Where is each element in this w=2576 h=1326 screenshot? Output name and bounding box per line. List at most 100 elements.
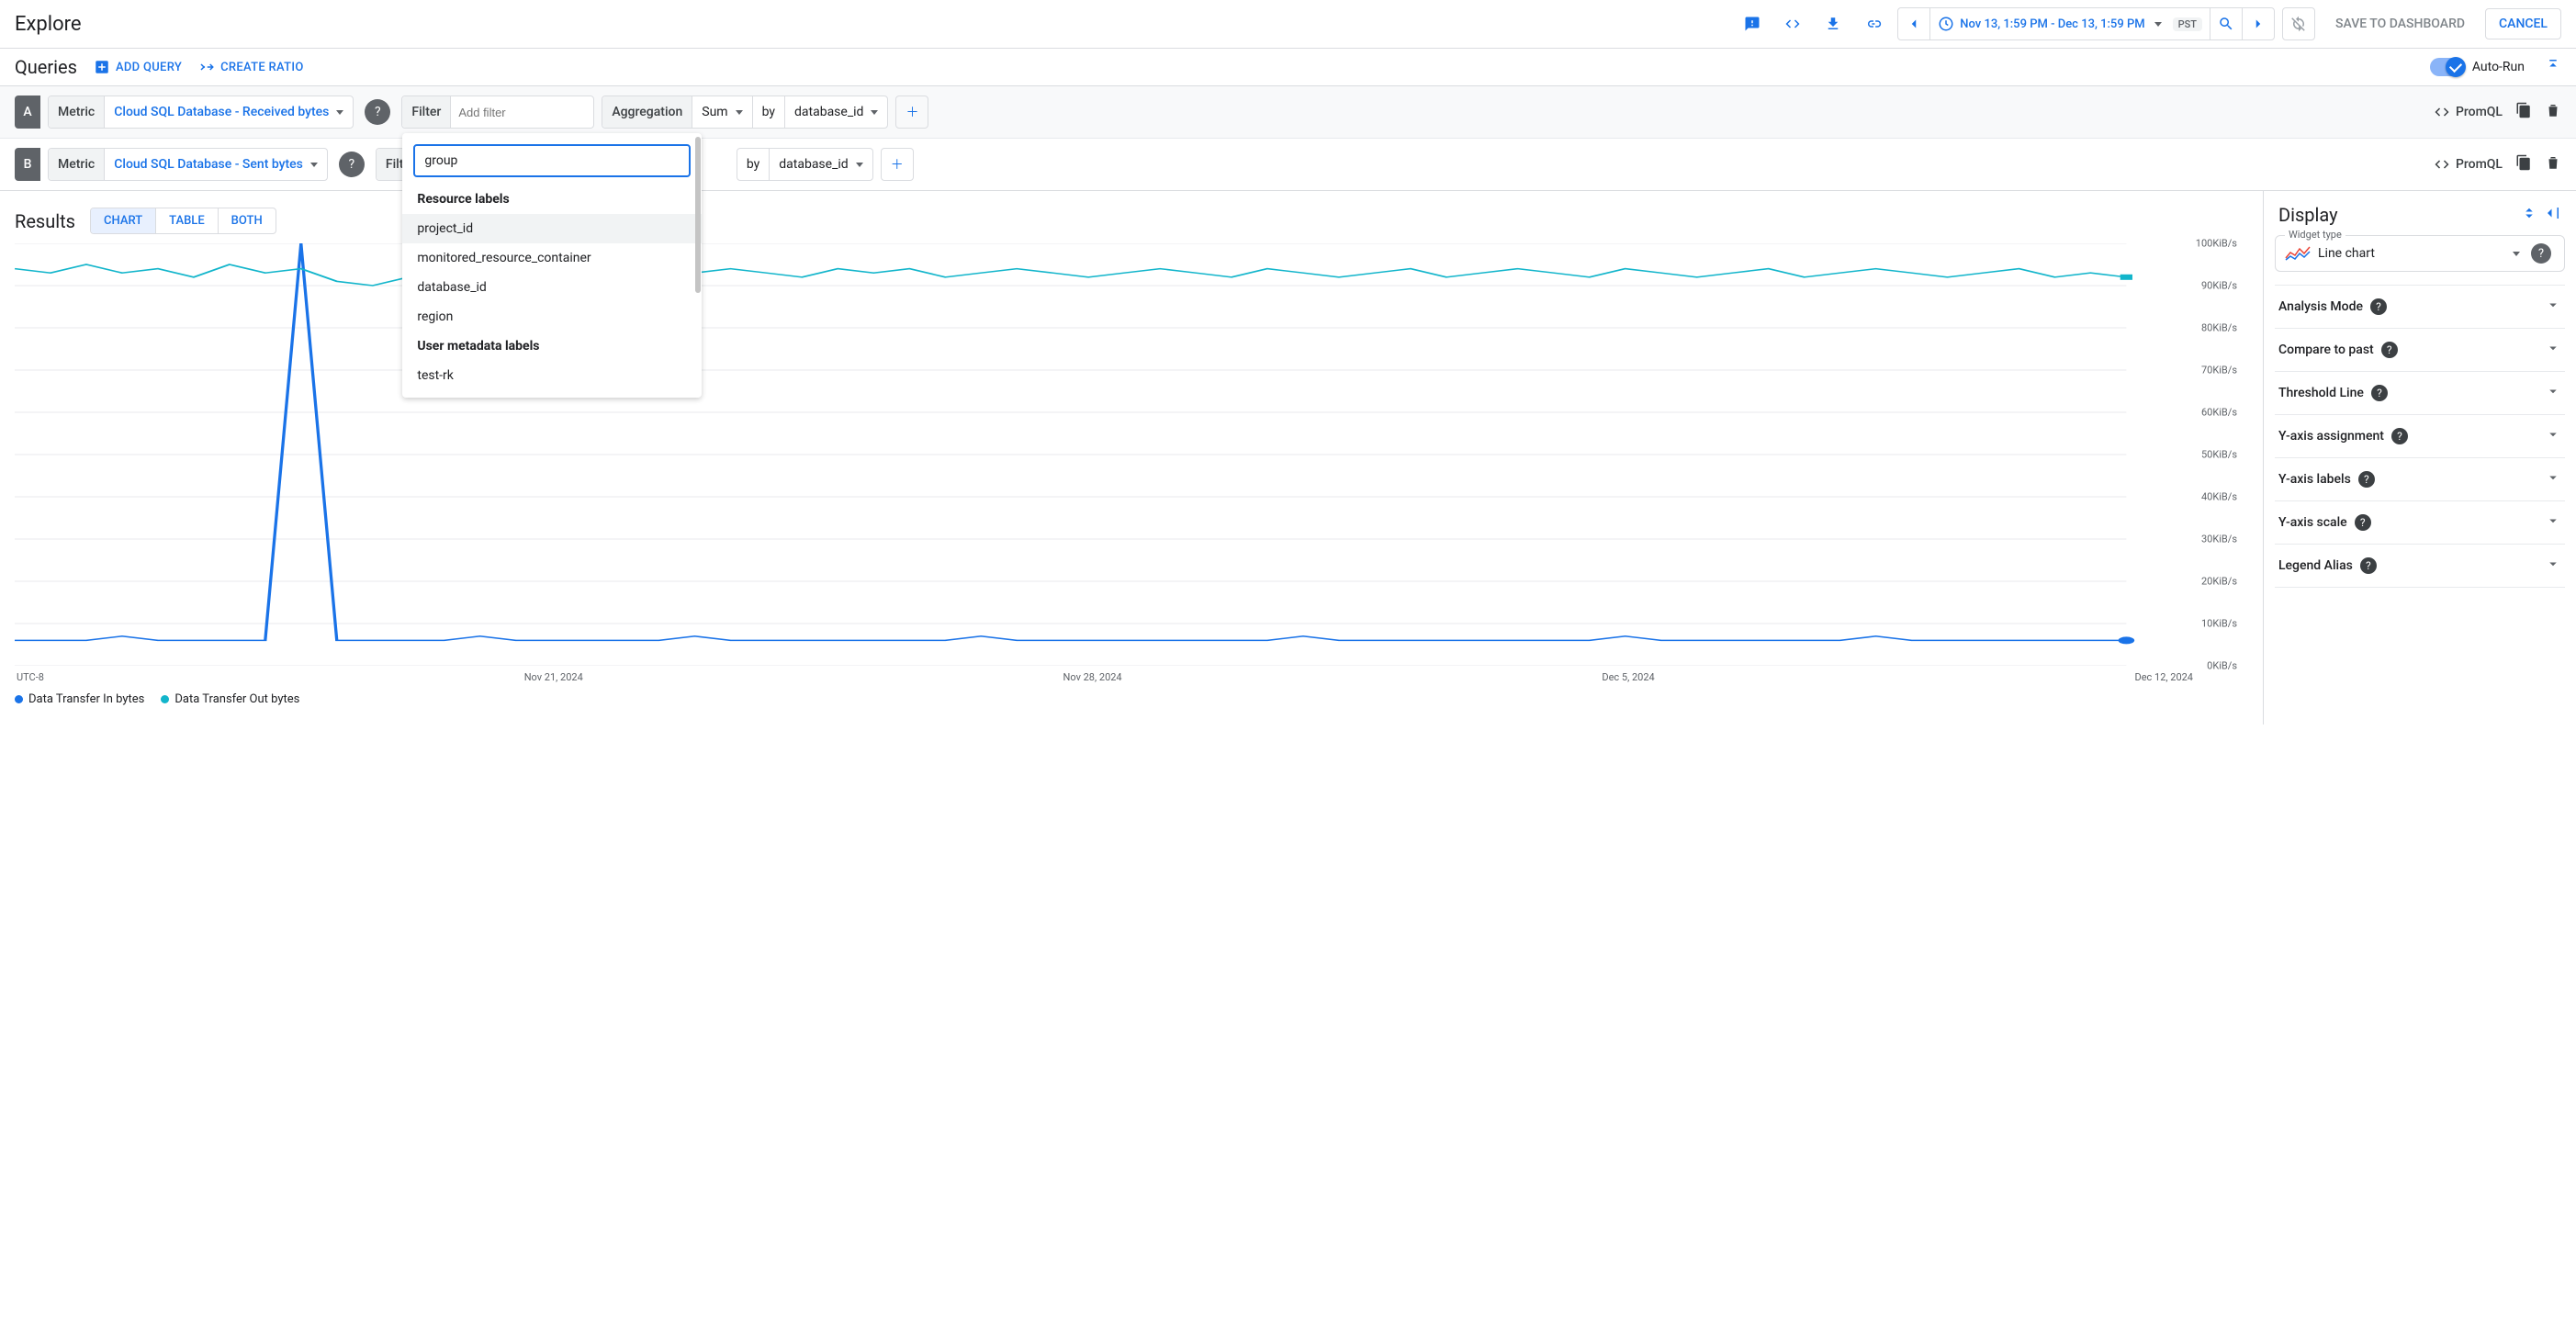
dropdown-opt-test-rk[interactable]: test-rk xyxy=(402,361,702,390)
filter-label: Filter xyxy=(402,96,451,128)
accordion-item[interactable]: Threshold Line? xyxy=(2275,372,2565,415)
y-tick: 50KiB/s xyxy=(2201,449,2237,461)
accordion-item[interactable]: Legend Alias? xyxy=(2275,545,2565,588)
tab-table[interactable]: TABLE xyxy=(156,208,219,233)
query-row-a: A Metric Cloud SQL Database - Received b… xyxy=(0,86,2576,139)
help-icon[interactable]: ? xyxy=(2531,243,2551,264)
code-icon[interactable] xyxy=(1776,7,1809,40)
save-to-dashboard-button[interactable]: SAVE TO DASHBOARD xyxy=(2323,9,2478,39)
chevron-down-icon xyxy=(856,163,863,167)
sync-off-icon[interactable] xyxy=(2282,7,2315,40)
y-tick: 100KiB/s xyxy=(2196,238,2237,250)
promql-a-button[interactable]: PromQL xyxy=(2434,104,2503,120)
chevron-down-icon xyxy=(336,110,343,115)
metric-label: Metric xyxy=(49,149,105,180)
x-tick: Nov 21, 2024 xyxy=(524,671,583,683)
dropdown-opt-mrc[interactable]: monitored_resource_container xyxy=(402,243,702,273)
help-icon[interactable]: ? xyxy=(2370,298,2387,315)
dropdown-search-value[interactable]: group xyxy=(413,144,691,177)
chat-icon[interactable] xyxy=(1736,7,1769,40)
accordion-item[interactable]: Compare to past? xyxy=(2275,329,2565,372)
cancel-button[interactable]: CANCEL xyxy=(2485,8,2561,39)
download-icon[interactable] xyxy=(1817,7,1850,40)
accordion-item[interactable]: Y-axis labels? xyxy=(2275,458,2565,501)
chevron-down-icon xyxy=(736,110,743,115)
results-title: Results xyxy=(15,210,75,232)
collapse-queries-icon[interactable] xyxy=(2545,57,2561,77)
timezone-chip: PST xyxy=(2173,17,2202,31)
help-icon[interactable]: ? xyxy=(2391,428,2408,444)
chevron-down-icon xyxy=(2545,383,2561,403)
help-icon[interactable]: ? xyxy=(2358,471,2375,488)
metric-value-b[interactable]: Cloud SQL Database - Sent bytes xyxy=(105,157,327,172)
sort-icon[interactable] xyxy=(2521,205,2537,225)
dropdown-scrollbar[interactable] xyxy=(695,137,701,293)
accordion-item[interactable]: Analysis Mode? xyxy=(2275,286,2565,329)
time-prev-button[interactable] xyxy=(1898,8,1930,39)
chevron-down-icon xyxy=(2545,469,2561,489)
auto-run-toggle[interactable] xyxy=(2430,58,2465,76)
chevron-down-icon xyxy=(2545,340,2561,360)
chart-container: 0KiB/s10KiB/s20KiB/s30KiB/s40KiB/s50KiB/… xyxy=(15,243,2263,710)
create-ratio-button[interactable]: CREATE RATIO xyxy=(198,59,304,75)
display-accordion: Analysis Mode?Compare to past?Threshold … xyxy=(2275,285,2565,588)
display-title: Display xyxy=(2278,204,2338,226)
query-letter-b: B xyxy=(15,148,40,181)
accordion-item[interactable]: Y-axis assignment? xyxy=(2275,415,2565,458)
chevron-down-icon xyxy=(2154,22,2162,27)
x-tick: Dec 12, 2024 xyxy=(2134,671,2193,683)
promql-b-button[interactable]: PromQL xyxy=(2434,156,2503,173)
dropdown-opt-database-id[interactable]: database_id xyxy=(402,273,702,302)
queries-bar: Queries ADD QUERY CREATE RATIO Auto-Run xyxy=(0,49,2576,86)
time-search-button[interactable] xyxy=(2210,8,2243,39)
accordion-item[interactable]: Y-axis scale? xyxy=(2275,501,2565,545)
time-range-button[interactable]: Nov 13, 1:59 PM - Dec 13, 1:59 PM PST xyxy=(1930,8,2210,39)
x-tick: Nov 28, 2024 xyxy=(1063,671,1122,683)
chevron-down-icon xyxy=(871,110,878,115)
delete-query-b-icon[interactable] xyxy=(2545,154,2561,174)
time-next-button[interactable] xyxy=(2243,8,2274,39)
add-groupby-a-button[interactable]: ＋ xyxy=(895,96,928,129)
page-title: Explore xyxy=(15,13,82,36)
add-groupby-b-button[interactable]: ＋ xyxy=(881,148,914,181)
time-range-text: Nov 13, 1:59 PM - Dec 13, 1:59 PM xyxy=(1960,17,2144,31)
x-tick: Dec 5, 2024 xyxy=(1602,671,1654,683)
auto-run-label: Auto-Run xyxy=(2472,60,2525,74)
legend-item-a[interactable]: Data Transfer In bytes xyxy=(15,692,144,706)
widget-type-select[interactable]: Widget type Line chart ? xyxy=(2275,235,2565,272)
help-icon[interactable]: ? xyxy=(365,99,390,125)
delete-query-a-icon[interactable] xyxy=(2545,102,2561,122)
copy-query-a-icon[interactable] xyxy=(2515,102,2532,122)
y-tick: 20KiB/s xyxy=(2201,576,2237,588)
agg-by-value-a[interactable]: database_id xyxy=(785,105,887,119)
metric-label: Metric xyxy=(49,96,105,128)
main: Results CHART TABLE BOTH 0KiB/s10KiB/s20… xyxy=(0,191,2576,725)
legend-item-b[interactable]: Data Transfer Out bytes xyxy=(161,692,299,706)
agg-value-a[interactable]: Sum xyxy=(692,105,751,119)
tab-chart[interactable]: CHART xyxy=(91,208,156,233)
expand-panel-icon[interactable] xyxy=(2545,205,2561,225)
agg-by-value-b[interactable]: database_id xyxy=(770,157,872,172)
help-icon[interactable]: ? xyxy=(339,152,365,177)
help-icon[interactable]: ? xyxy=(2371,385,2388,401)
y-tick: 70KiB/s xyxy=(2201,365,2237,376)
help-icon[interactable]: ? xyxy=(2355,514,2371,531)
copy-query-b-icon[interactable] xyxy=(2515,154,2532,174)
dropdown-opt-project-id[interactable]: project_id xyxy=(402,214,702,243)
dropdown-opt-region[interactable]: region xyxy=(402,302,702,332)
y-tick: 80KiB/s xyxy=(2201,322,2237,334)
help-icon[interactable]: ? xyxy=(2360,557,2377,574)
add-query-button[interactable]: ADD QUERY xyxy=(94,59,182,75)
tab-both[interactable]: BOTH xyxy=(219,208,276,233)
y-tick: 90KiB/s xyxy=(2201,280,2237,292)
top-bar: Explore Nov 13, 1:59 PM - Dec 13, 1:59 P… xyxy=(0,0,2576,49)
help-icon[interactable]: ? xyxy=(2381,342,2398,358)
widget-type-label: Widget type xyxy=(2285,229,2345,241)
filter-input-a[interactable] xyxy=(451,106,593,119)
queries-title: Queries xyxy=(15,56,77,78)
link-icon[interactable] xyxy=(1857,7,1890,40)
agg-label: Aggregation xyxy=(602,96,692,128)
metric-value-a[interactable]: Cloud SQL Database - Received bytes xyxy=(105,105,353,119)
chart-legend: Data Transfer In bytes Data Transfer Out… xyxy=(15,689,2248,710)
dropdown-section-resource: Resource labels xyxy=(402,185,702,214)
